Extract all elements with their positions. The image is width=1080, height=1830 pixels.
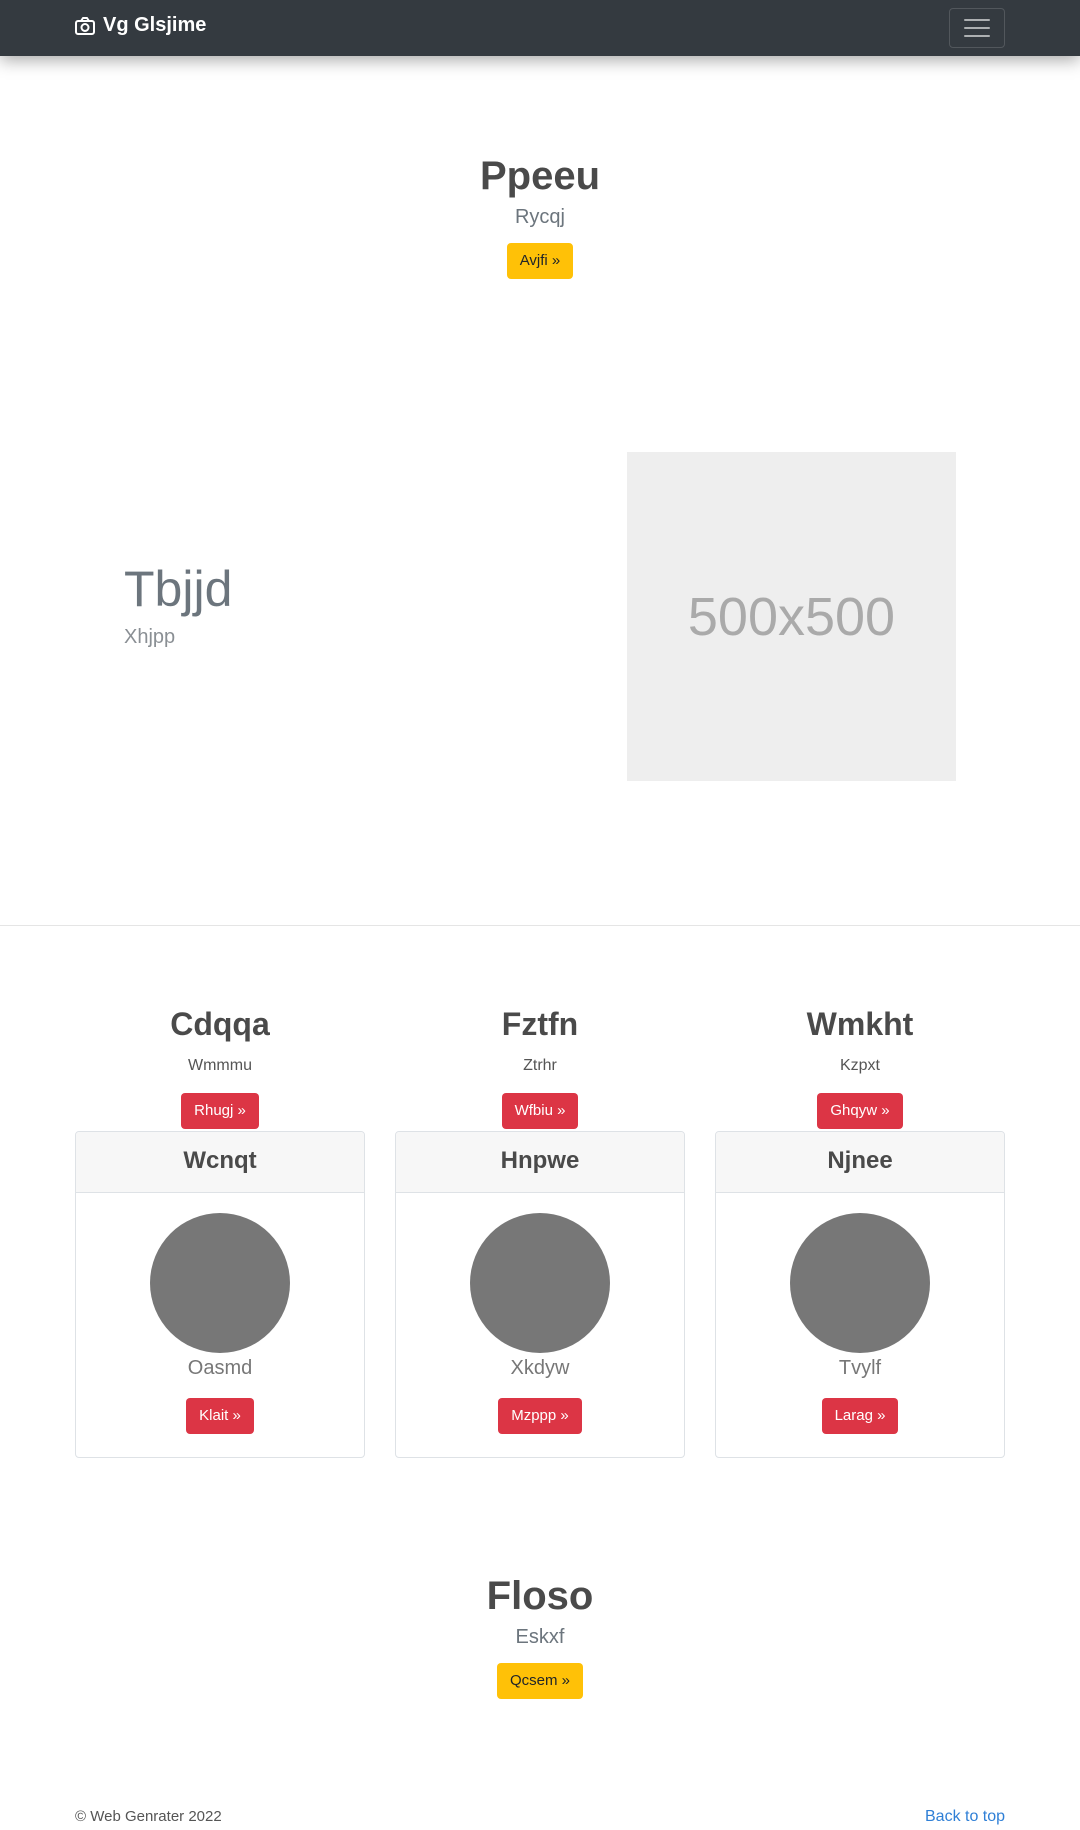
card-header: Hnpwe <box>396 1132 684 1193</box>
column-button[interactable]: Wfbiu » <box>501 1093 579 1129</box>
section-divider <box>0 925 1080 926</box>
hero-title: Ppeeu <box>479 154 601 198</box>
cta-button[interactable]: Qcsem » <box>496 1663 583 1699</box>
column-text: Kzpxt <box>839 1057 880 1074</box>
column-title: Wmkht <box>806 1006 914 1042</box>
card-text: Xkdyw <box>510 1357 570 1379</box>
feature-title: Tbjjd <box>124 561 233 617</box>
navbar: Vg Glsjime <box>0 0 1080 56</box>
avatar <box>150 1213 290 1353</box>
column-title: Fztfn <box>501 1006 579 1042</box>
camera-icon <box>75 16 95 35</box>
hero-section: Ppeeu Rycqj Avjfi » <box>0 152 1080 279</box>
card-text: Tvylf <box>838 1357 882 1379</box>
column-2: Fztfn Ztrhr Wfbiu » <box>395 1006 685 1129</box>
avatar <box>790 1213 930 1353</box>
card-button[interactable]: Larag » <box>821 1398 899 1434</box>
column-1: Cdqqa Wmmmu Rhugj » <box>75 1006 365 1129</box>
brand-name: Vg Glsjime <box>103 14 207 36</box>
column-button[interactable]: Rhugj » <box>181 1093 259 1129</box>
cta-title: Floso <box>486 1574 594 1618</box>
avatar <box>470 1213 610 1353</box>
column-button[interactable]: Ghqyw » <box>817 1093 903 1129</box>
navbar-toggler-button[interactable] <box>949 8 1005 48</box>
image-placeholder-label: 500x500 <box>687 586 896 647</box>
feature-subtitle: Xhjpp <box>124 626 176 648</box>
column-text: Ztrhr <box>523 1057 557 1074</box>
card-button[interactable]: Klait » <box>186 1398 254 1434</box>
card-2: Hnpwe Xkdyw Mzppp » <box>395 1131 685 1458</box>
card-button[interactable]: Mzppp » <box>498 1398 582 1434</box>
feature-image-placeholder: 500x500 <box>627 452 956 781</box>
card-header: Njnee <box>716 1132 1004 1193</box>
column-3: Wmkht Kzpxt Ghqyw » <box>715 1006 1005 1129</box>
back-to-top-link[interactable]: Back to top <box>925 1808 1005 1826</box>
card-header: Wcnqt <box>76 1132 364 1193</box>
footer-copyright: © Web Genrater 2022 <box>75 1808 222 1825</box>
cta-subtitle: Eskxf <box>515 1626 565 1648</box>
column-text: Wmmmu <box>188 1057 252 1074</box>
card-text: Oasmd <box>187 1357 253 1379</box>
card-1: Wcnqt Oasmd Klait » <box>75 1131 365 1458</box>
cta-section: Floso Eskxf Qcsem » <box>0 1572 1080 1699</box>
column-title: Cdqqa <box>170 1006 270 1042</box>
hero-button[interactable]: Avjfi » <box>506 243 574 279</box>
brand-link[interactable]: Vg Glsjime <box>75 14 206 37</box>
card-3: Njnee Tvylf Larag » <box>715 1131 1005 1458</box>
hero-subtitle: Rycqj <box>514 206 565 228</box>
hamburger-menu-icon <box>964 19 990 21</box>
